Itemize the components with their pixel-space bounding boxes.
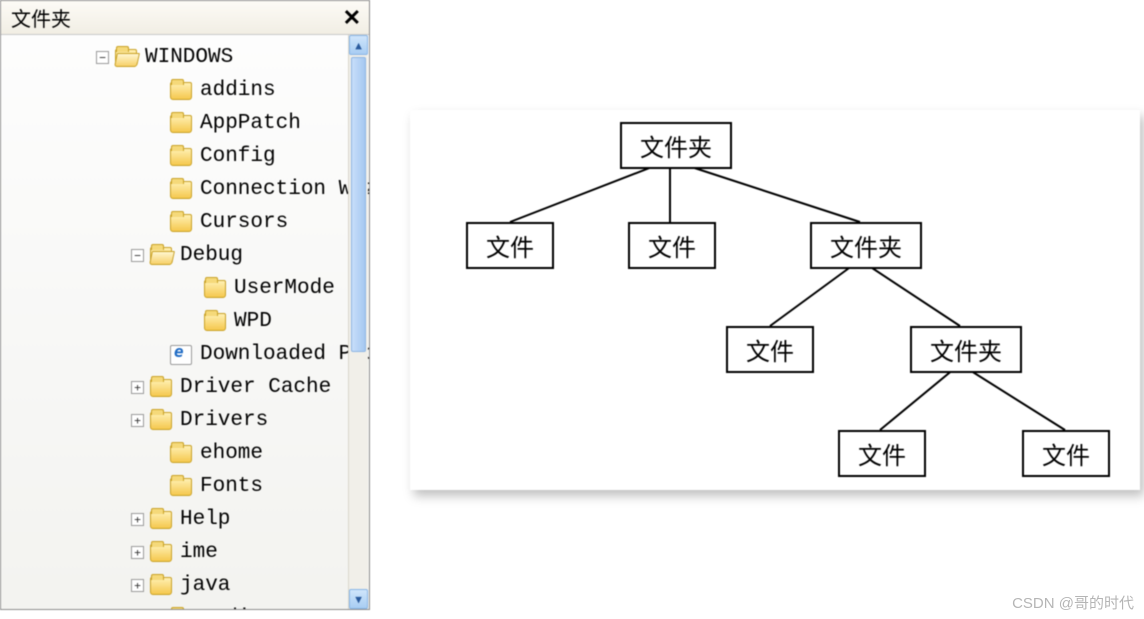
diagram-node: 文件 (726, 326, 814, 373)
folder-icon (150, 577, 172, 595)
folder-open-icon (115, 49, 137, 67)
expander-placeholder (185, 282, 198, 295)
tree-item-label: Connection Wiz (200, 179, 369, 200)
expander-placeholder (185, 315, 198, 328)
folder-icon (150, 379, 172, 397)
expander-placeholder (151, 117, 164, 130)
folder-icon (170, 445, 192, 463)
diagram-node: 文件 (466, 222, 554, 269)
tree-row[interactable]: + Drivers (1, 404, 369, 437)
tree-item-label: WPD (234, 311, 272, 332)
tree-row[interactable]: AppPatch (1, 107, 369, 140)
tree-row[interactable]: Connection Wiz (1, 173, 369, 206)
expand-icon[interactable]: + (131, 546, 144, 559)
tree-item-label: java (180, 575, 230, 596)
ie-page-icon (170, 345, 192, 365)
tree-row[interactable]: Media (1, 602, 369, 609)
tree-body: − WINDOWS addins AppPatch Config Connection W… (1, 35, 369, 609)
tree-item-label: Help (180, 509, 230, 530)
folder-icon (204, 313, 226, 331)
scroll-down-arrow[interactable]: ▼ (349, 589, 368, 609)
tree-row[interactable]: WPD (1, 305, 369, 338)
diagram-edge (860, 260, 960, 326)
folder-icon (150, 412, 172, 430)
tree-diagram: 文件夹文件文件文件夹文件文件夹文件文件 (410, 110, 1140, 490)
expander-placeholder (151, 447, 164, 460)
tree-row[interactable]: + ime (1, 536, 369, 569)
diagram-node: 文件 (628, 222, 716, 269)
diagram-node: 文件夹 (910, 326, 1022, 373)
scroll-up-arrow[interactable]: ▲ (349, 35, 368, 55)
folder-icon (170, 115, 192, 133)
tree-row[interactable]: ehome (1, 437, 369, 470)
expander-placeholder (151, 84, 164, 97)
tree-item-label: Drivers (180, 410, 268, 431)
tree-item-label: AppPatch (200, 113, 301, 134)
expand-icon[interactable]: + (131, 513, 144, 526)
diagram-node: 文件夹 (620, 122, 732, 169)
tree-item-label: UserMode (234, 278, 335, 299)
expand-icon[interactable]: + (131, 579, 144, 592)
folder-icon (204, 280, 226, 298)
tree-row[interactable]: + Driver Cache (1, 371, 369, 404)
tree-item-label: addins (200, 80, 276, 101)
tree-item-label: Media (200, 608, 263, 609)
folder-icon (150, 511, 172, 529)
collapse-icon[interactable]: − (131, 249, 144, 262)
tree-item-label: Debug (180, 245, 243, 266)
scroll-thumb[interactable] (351, 57, 366, 352)
expander-placeholder (151, 150, 164, 163)
diagram-edge (510, 160, 670, 222)
tree-row[interactable]: + java (1, 569, 369, 602)
tree-item-label: ehome (200, 443, 263, 464)
tree-row[interactable]: Cursors (1, 206, 369, 239)
close-icon[interactable]: ✕ (343, 5, 361, 31)
tree-row[interactable]: Downloaded Pro (1, 338, 369, 371)
expand-icon[interactable]: + (131, 381, 144, 394)
watermark: CSDN @哥的时代 (1012, 592, 1134, 613)
folder-icon (170, 478, 192, 496)
diagram-node: 文件夹 (810, 222, 922, 269)
vertical-scrollbar[interactable]: ▲ ▼ (348, 35, 368, 609)
diagram-edge (770, 260, 860, 326)
diagram-edge (670, 160, 860, 222)
tree-row[interactable]: + Help (1, 503, 369, 536)
collapse-icon[interactable]: − (96, 51, 109, 64)
expander-placeholder (151, 348, 164, 361)
diagram-area: 文件夹文件文件文件夹文件文件夹文件文件 (370, 0, 1144, 619)
diagram-edge (880, 364, 960, 430)
tree-row[interactable]: − WINDOWS (1, 41, 369, 74)
tree-item-label: Downloaded Pro (200, 344, 369, 365)
explorer-title: 文件夹 (11, 3, 71, 32)
expander-placeholder (151, 216, 164, 229)
folder-open-icon (150, 247, 172, 265)
folder-icon (170, 214, 192, 232)
tree-row[interactable]: − Debug (1, 239, 369, 272)
diagram-node: 文件 (838, 430, 926, 477)
tree-item-label: WINDOWS (145, 47, 233, 68)
tree-row[interactable]: UserMode (1, 272, 369, 305)
tree-item-label: Config (200, 146, 276, 167)
tree-item-label: Fonts (200, 476, 263, 497)
folder-icon (150, 544, 172, 562)
tree-row[interactable]: Config (1, 140, 369, 173)
tree-row[interactable]: addins (1, 74, 369, 107)
explorer-header: 文件夹 ✕ (1, 1, 369, 35)
tree-item-label: Driver Cache (180, 377, 331, 398)
expander-placeholder (151, 480, 164, 493)
diagram-edge (960, 364, 1065, 430)
tree-item-label: Cursors (200, 212, 288, 233)
folder-icon (170, 82, 192, 100)
folder-icon (170, 181, 192, 199)
diagram-node: 文件 (1022, 430, 1110, 477)
tree-row[interactable]: Fonts (1, 470, 369, 503)
tree-item-label: ime (180, 542, 218, 563)
folder-tree: − WINDOWS addins AppPatch Config Connection W… (1, 35, 369, 609)
folder-icon (170, 148, 192, 166)
expand-icon[interactable]: + (131, 414, 144, 427)
expander-placeholder (151, 183, 164, 196)
folder-explorer-panel: 文件夹 ✕ − WINDOWS addins AppPatch Config Connec… (0, 0, 370, 610)
